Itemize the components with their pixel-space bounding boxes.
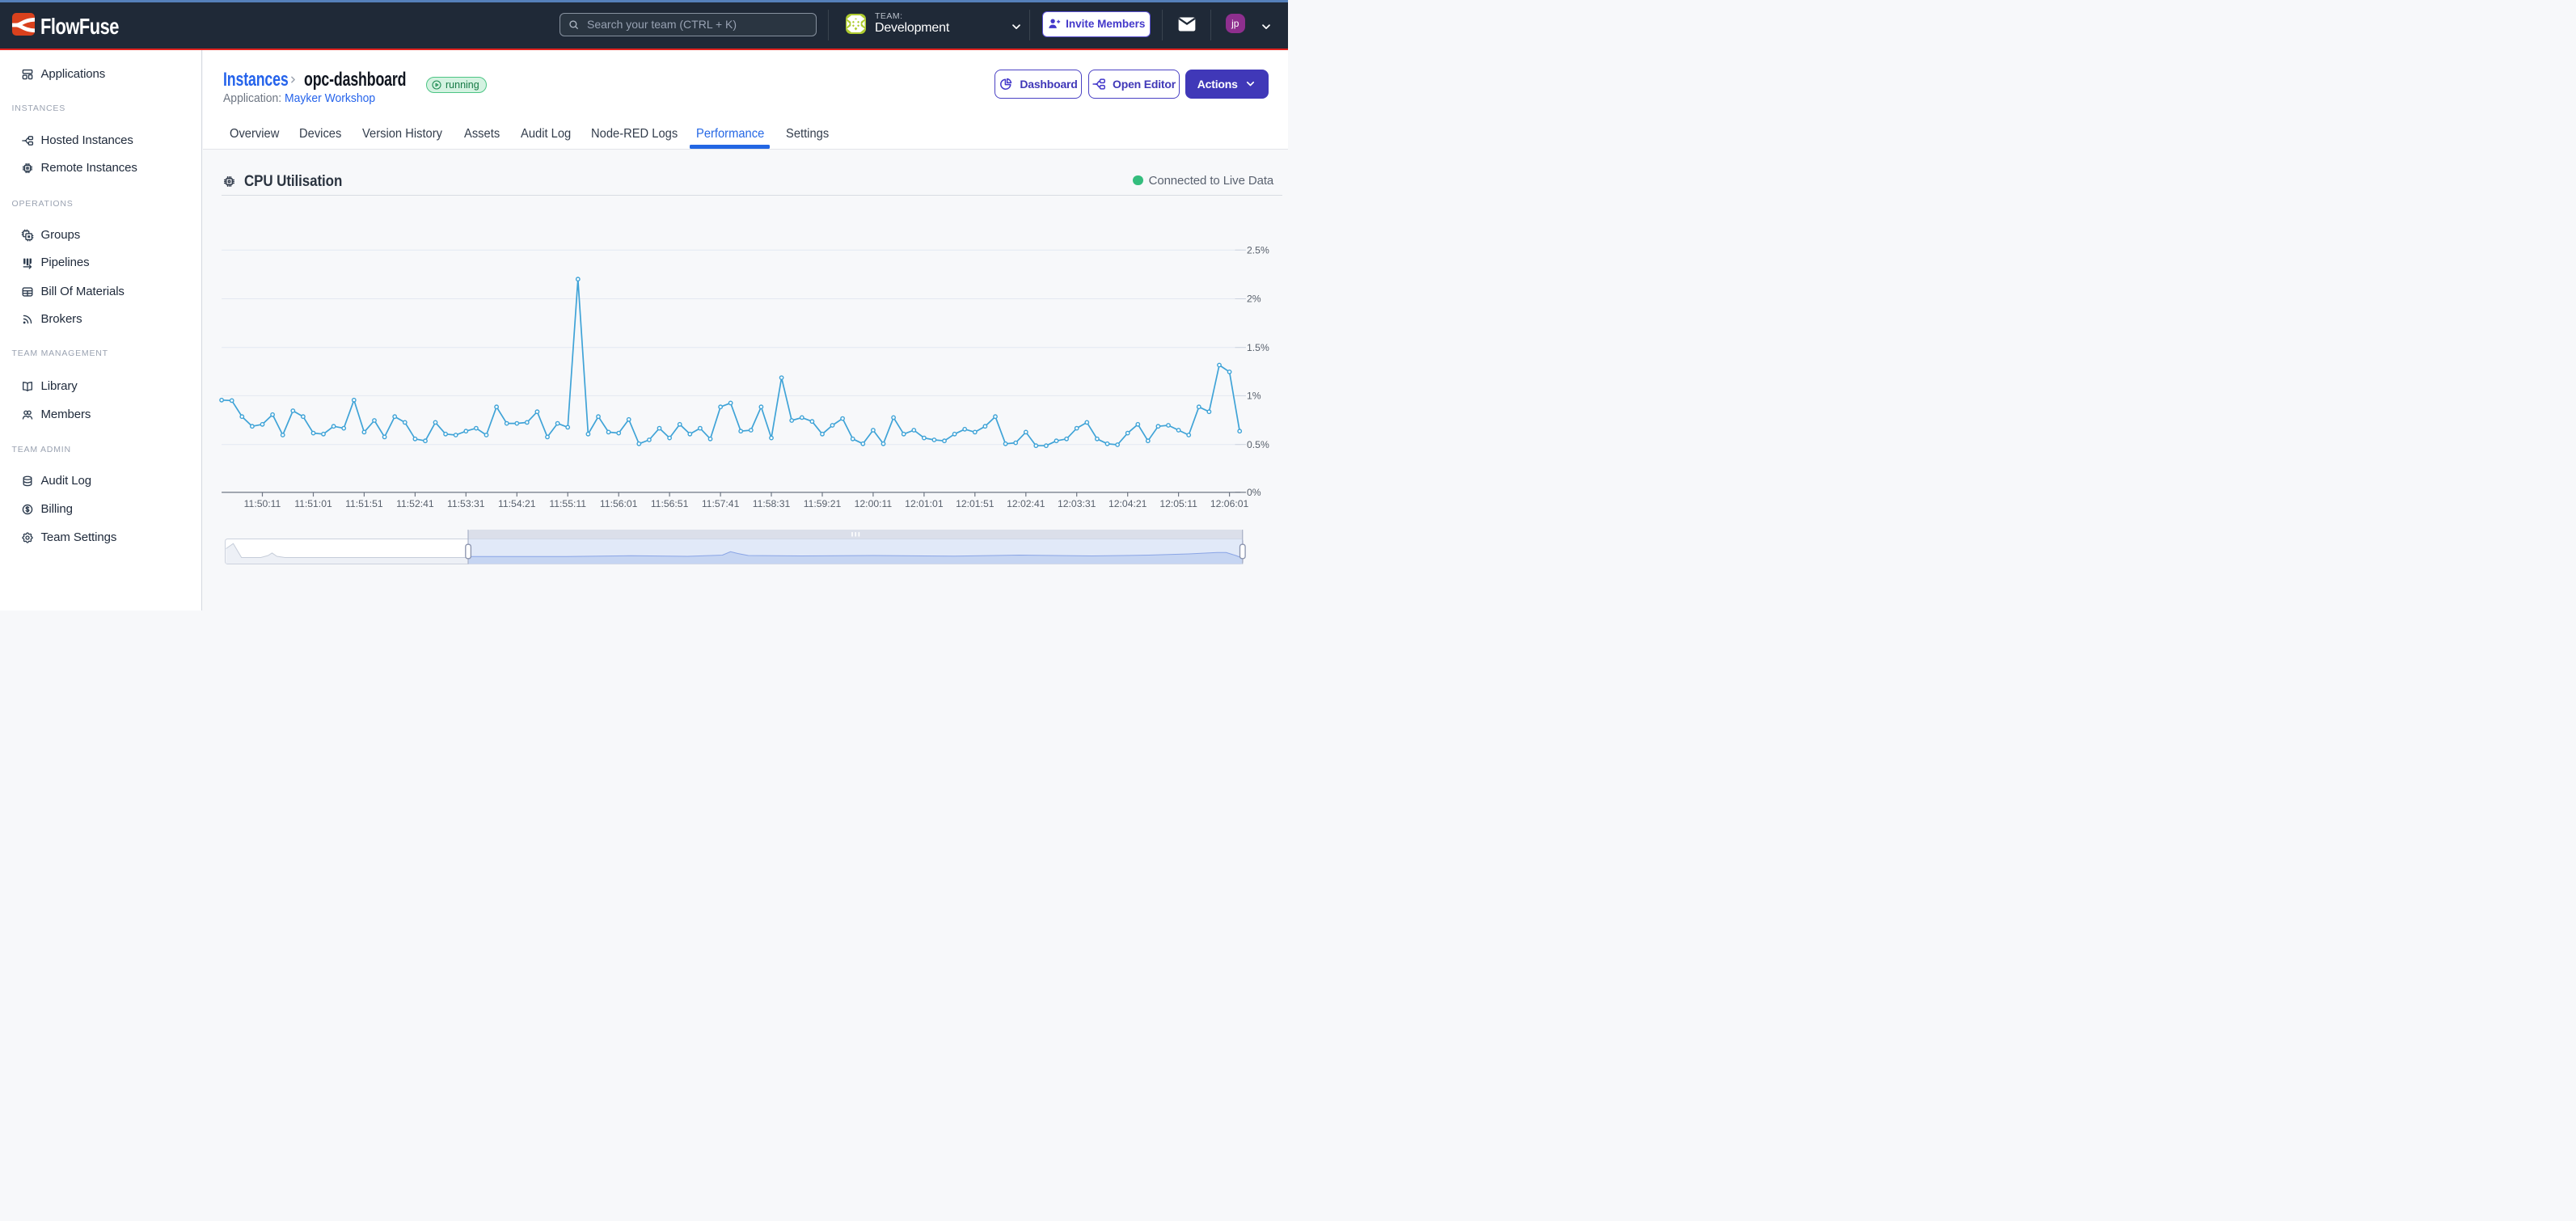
svg-text:11:56:51: 11:56:51 [650,498,688,509]
svg-text:11:53:31: 11:53:31 [447,498,485,509]
svg-text:0%: 0% [1247,487,1261,498]
svg-text:11:56:01: 11:56:01 [599,498,637,509]
svg-text:12:01:51: 12:01:51 [956,498,995,509]
svg-text:12:02:41: 12:02:41 [1007,498,1045,509]
svg-text:2%: 2% [1247,293,1261,304]
svg-text:11:54:21: 11:54:21 [498,498,536,509]
svg-text:11:51:01: 11:51:01 [294,498,332,509]
svg-text:11:59:21: 11:59:21 [803,498,841,509]
svg-text:1.5%: 1.5% [1247,341,1269,353]
svg-text:12:05:11: 12:05:11 [1159,498,1197,509]
svg-text:11:51:51: 11:51:51 [345,498,383,509]
svg-text:2.5%: 2.5% [1247,244,1269,256]
svg-text:12:04:21: 12:04:21 [1108,498,1147,509]
svg-text:11:52:41: 11:52:41 [396,498,434,509]
svg-text:0.5%: 0.5% [1247,438,1269,450]
svg-text:11:57:41: 11:57:41 [701,498,739,509]
svg-text:1%: 1% [1247,390,1261,401]
svg-text:12:00:11: 12:00:11 [854,498,892,509]
svg-text:12:03:31: 12:03:31 [1057,498,1096,509]
svg-text:11:58:31: 11:58:31 [752,498,790,509]
svg-text:11:50:11: 11:50:11 [243,498,281,509]
svg-text:11:55:11: 11:55:11 [549,498,586,509]
svg-text:12:01:01: 12:01:01 [905,498,944,509]
svg-text:12:06:01: 12:06:01 [1210,498,1248,509]
